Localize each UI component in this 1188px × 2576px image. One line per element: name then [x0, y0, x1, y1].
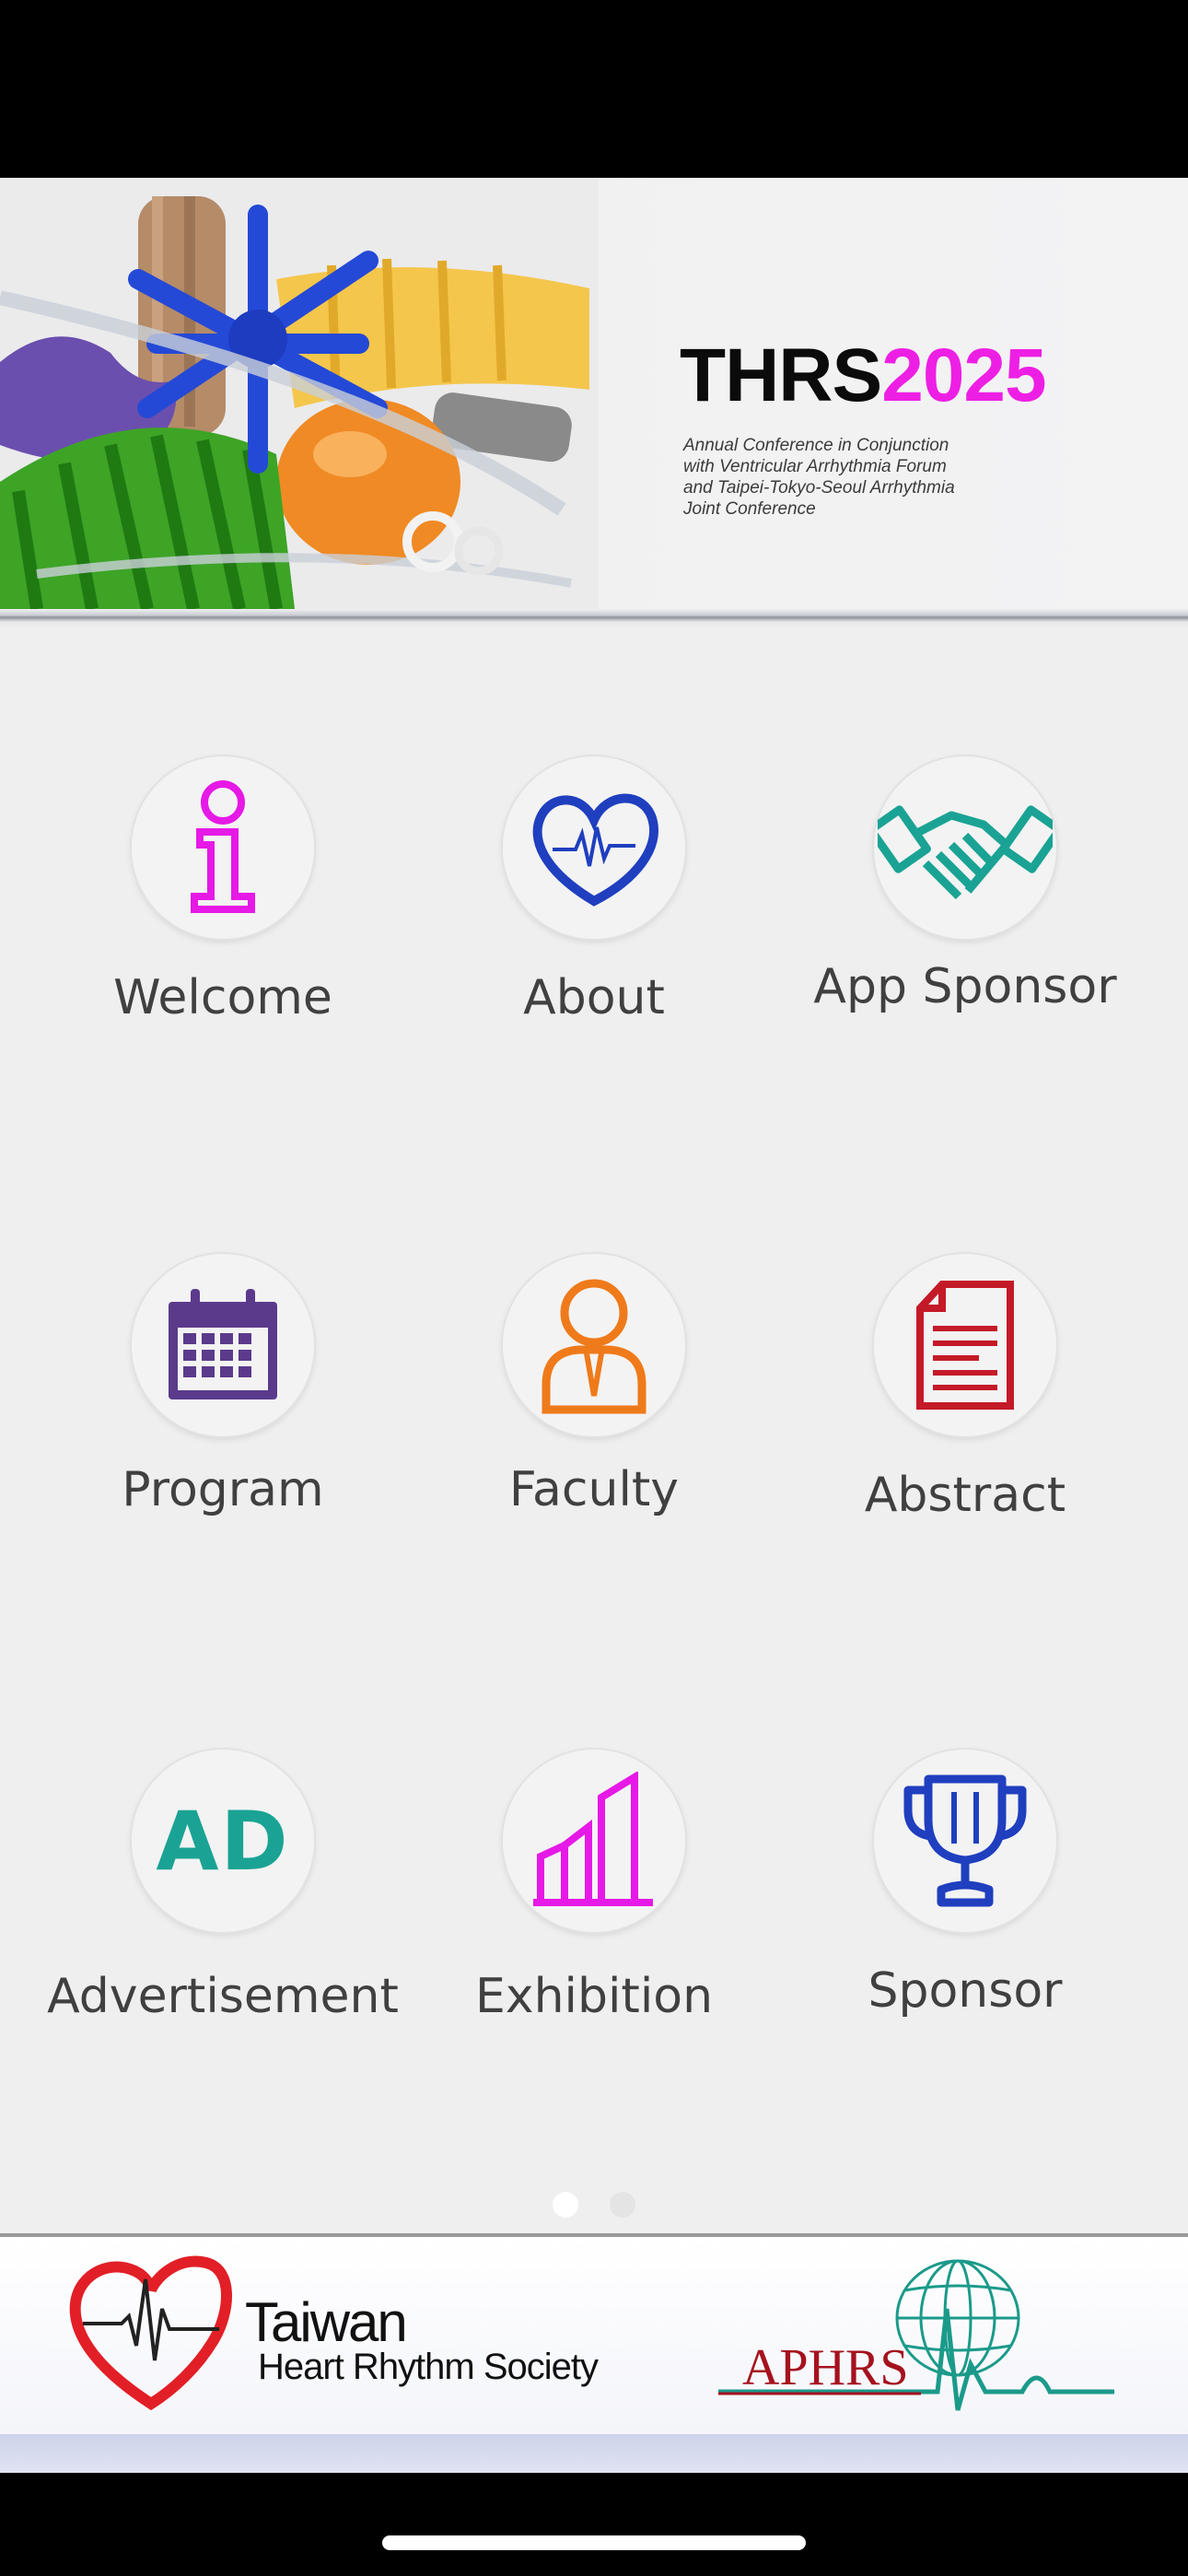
menu-item-app-sponsor[interactable]: App Sponsor [772, 756, 1159, 1088]
ad-icon: AD [156, 1793, 290, 1889]
menu-item-about[interactable]: About [401, 756, 787, 1088]
menu-item-advertisement[interactable]: AD Advertisement [29, 1750, 416, 2081]
handshake-icon [878, 805, 1053, 900]
page-dot[interactable] [610, 2192, 635, 2218]
about-circle[interactable] [503, 756, 685, 939]
trophy-icon [903, 1774, 1027, 1907]
menu-item-label: Program [122, 1462, 324, 1517]
subtitle-line: Joint Conference [683, 499, 816, 519]
program-circle[interactable] [132, 1254, 314, 1436]
subtitle-line: and Taipei-Tokyo-Seoul Arrhythmia [683, 478, 955, 498]
menu-item-label: Sponsor [868, 1963, 1063, 2019]
banner-artwork [0, 178, 599, 609]
page-indicator[interactable] [0, 2192, 1188, 2219]
app-sponsor-circle[interactable] [874, 756, 1056, 939]
bar-chart-icon [533, 1772, 653, 1906]
conference-title: THRS2025 [680, 333, 1047, 419]
heart-ecg-icon [532, 793, 658, 907]
welcome-circle[interactable] [132, 756, 314, 939]
status-bar [0, 0, 1188, 178]
menu-item-exhibition[interactable]: Exhibition [401, 1750, 787, 2081]
menu-item-abstract[interactable]: Abstract [772, 1254, 1159, 1586]
menu-item-label: Exhibition [474, 1969, 714, 2024]
info-icon [191, 780, 255, 913]
menu-item-label: App Sponsor [813, 959, 1117, 1014]
title-abbrev: THRS [680, 334, 882, 417]
conference-banner: THRS2025 Annual Conference in Conjunctio… [0, 178, 1188, 609]
menu-item-sponsor[interactable]: Sponsor [772, 1750, 1159, 2081]
menu-item-label: About [523, 970, 665, 1025]
ths-name: Taiwan [245, 2291, 408, 2353]
aphrs-name: APHRS [742, 2339, 909, 2396]
advertisement-circle[interactable]: AD [132, 1750, 314, 1932]
ths-subname: Heart Rhythm Society [258, 2347, 599, 2387]
person-icon [542, 1279, 646, 1414]
menu-item-program[interactable]: Program [29, 1254, 416, 1586]
exhibition-circle[interactable] [503, 1750, 685, 1932]
calendar-icon [169, 1289, 277, 1399]
footer-strip [0, 2434, 1188, 2473]
subtitle-line: with Ventricular Arrhythmia Forum [683, 457, 947, 476]
faculty-circle[interactable] [503, 1254, 685, 1436]
menu-item-label: Welcome [113, 970, 332, 1025]
menu-item-welcome[interactable]: Welcome [29, 756, 416, 1088]
subtitle-line: Annual Conference in Conjunction [683, 436, 949, 455]
menu-item-label: Advertisement [47, 1969, 399, 2024]
menu-grid: Welcome About App Sponsor Program Facult… [0, 627, 1188, 2233]
home-indicator[interactable] [382, 2535, 806, 2550]
sponsor-circle[interactable] [874, 1750, 1056, 1932]
menu-item-faculty[interactable]: Faculty [401, 1254, 787, 1586]
abstract-circle[interactable] [874, 1254, 1056, 1436]
page-dot-active[interactable] [553, 2192, 578, 2218]
home-bar-area [0, 2473, 1188, 2576]
menu-item-label: Faculty [508, 1462, 680, 1517]
banner-divider [0, 609, 1188, 627]
title-year: 2025 [881, 334, 1046, 417]
menu-item-label: Abstract [864, 1468, 1066, 1523]
document-icon [916, 1281, 1014, 1410]
conference-subtitle: Annual Conference in Conjunction with Ve… [683, 435, 1015, 520]
